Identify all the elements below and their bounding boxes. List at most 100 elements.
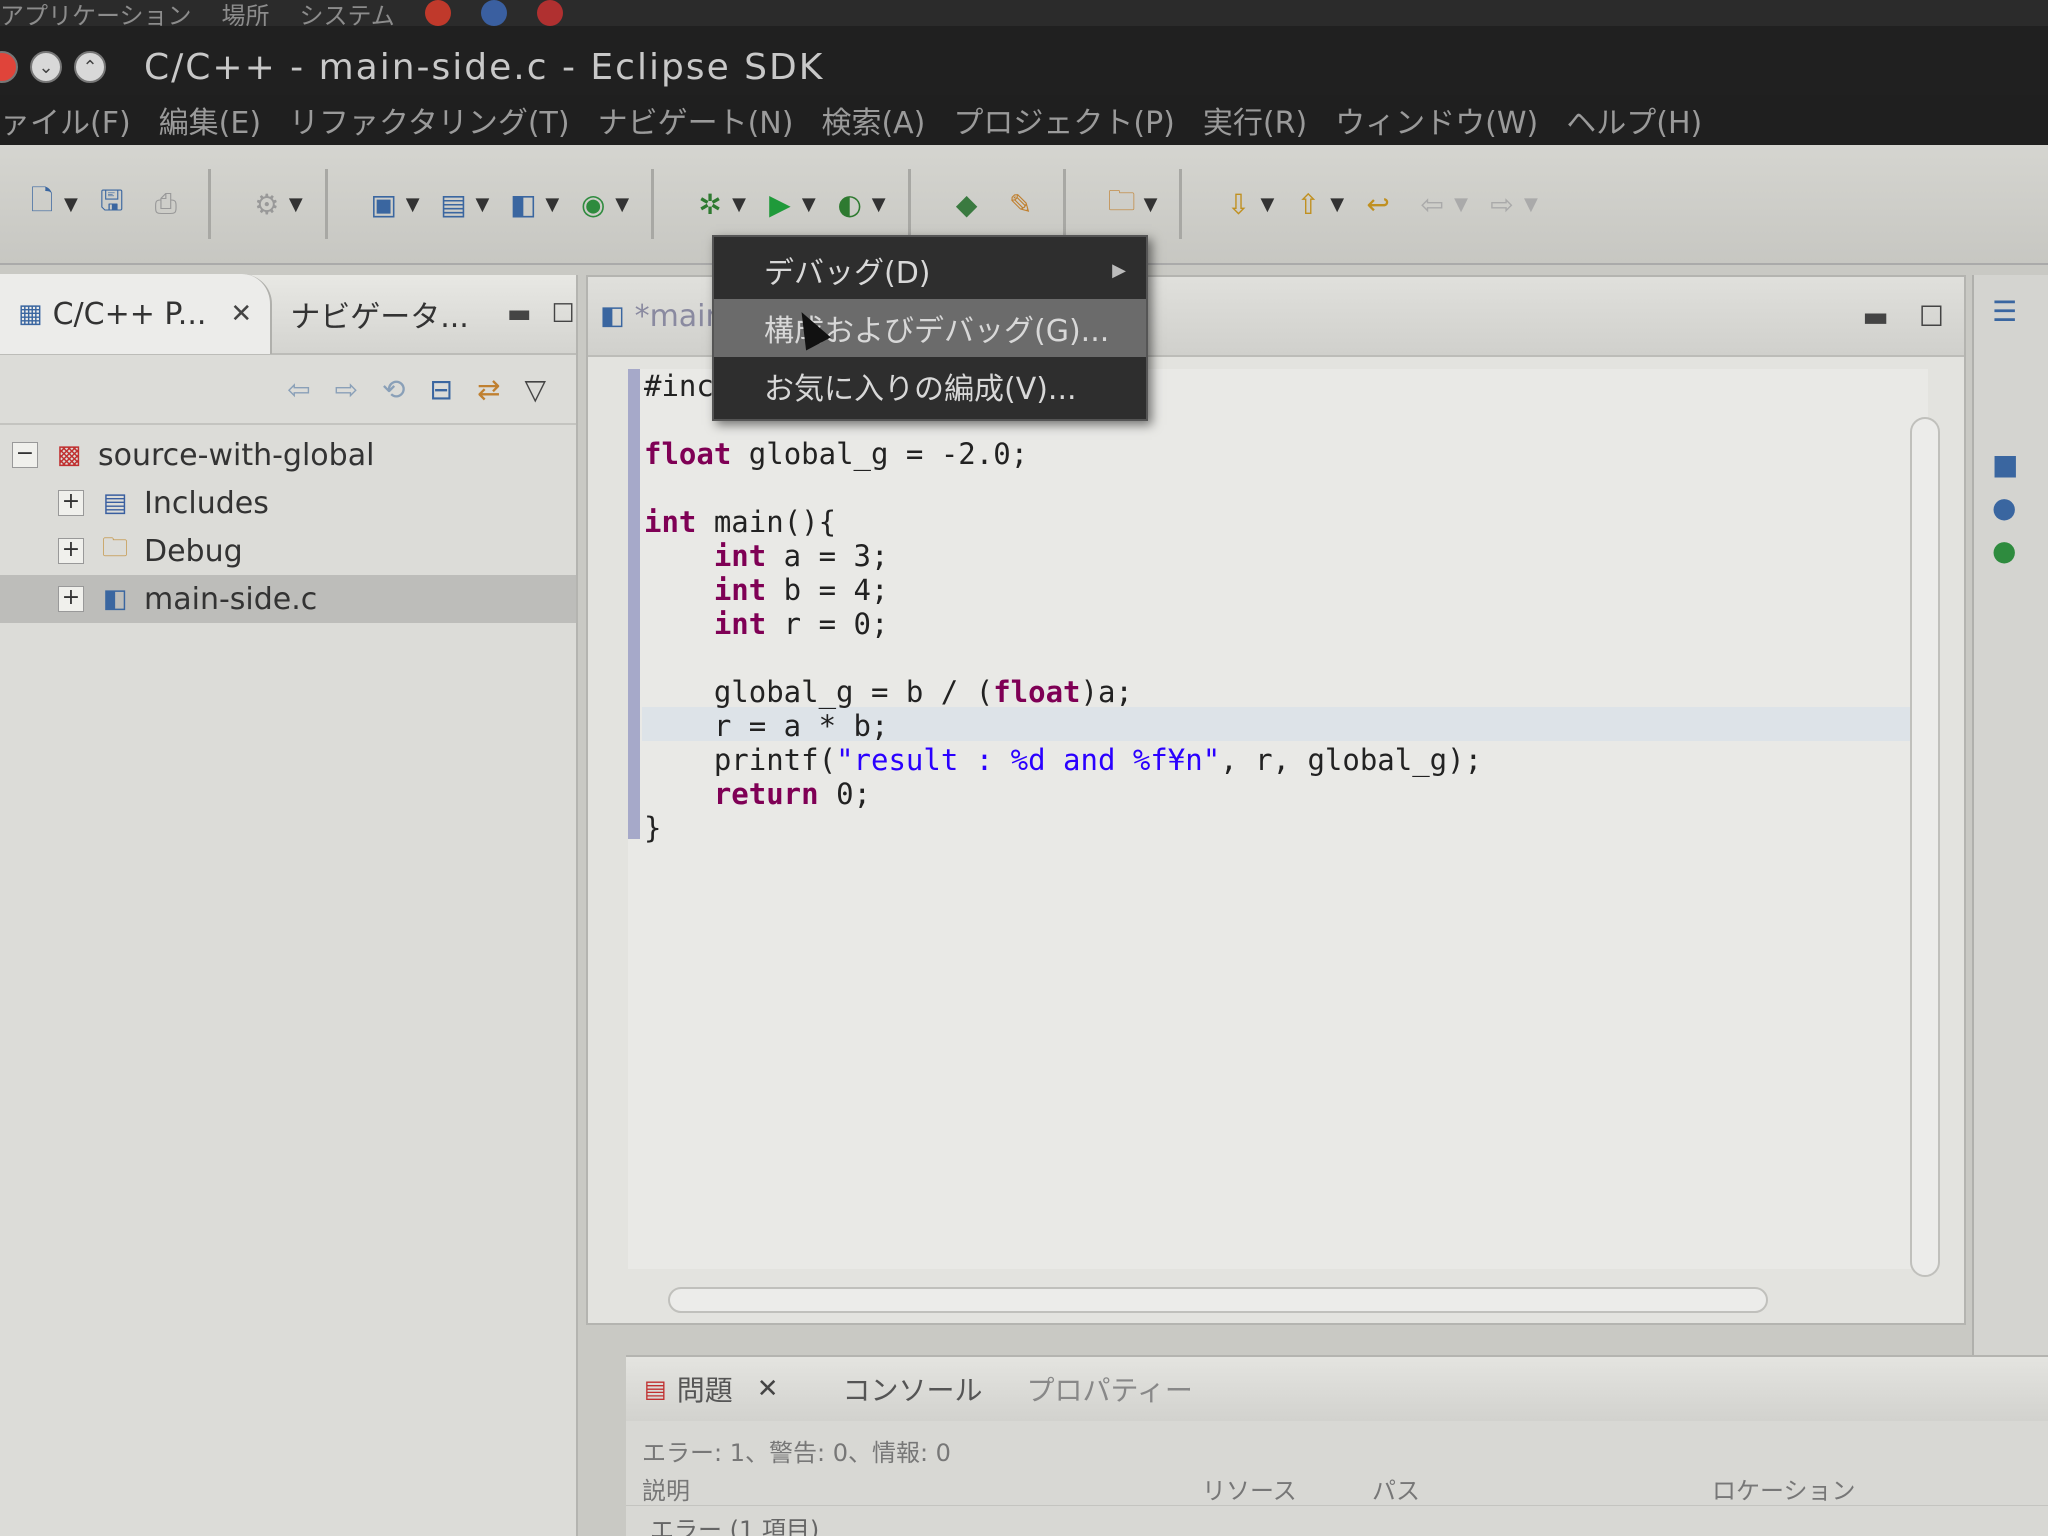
window-minimize-button[interactable]: ⌄: [30, 51, 62, 83]
tree-item-selected[interactable]: + ◧ main-side.c: [0, 575, 576, 623]
tab-console[interactable]: コンソール: [825, 1369, 1001, 1409]
panel-menu-places[interactable]: 場所: [222, 0, 270, 27]
expand-toggle[interactable]: +: [58, 490, 84, 516]
search-tool-icon[interactable]: ✎: [1001, 184, 1041, 224]
maximize-icon[interactable]: ☐: [551, 299, 574, 329]
print-icon[interactable]: ⎙: [146, 184, 186, 224]
chevron-down-icon[interactable]: ▼: [1260, 194, 1274, 215]
up-icon[interactable]: ⟲: [382, 373, 405, 406]
run-icon[interactable]: ▶: [760, 184, 800, 224]
chevron-down-icon[interactable]: ▼: [615, 194, 629, 215]
expand-toggle[interactable]: +: [58, 538, 84, 564]
menu-search[interactable]: 検索(A): [821, 98, 925, 142]
minimize-icon[interactable]: ▬: [507, 299, 532, 329]
tab-cpp-projects[interactable]: ▦ C/C++ P... ✕: [0, 274, 273, 354]
tab-problems[interactable]: ▤ 問題 ✕: [626, 1369, 797, 1409]
horizontal-scrollbar[interactable]: [668, 1287, 1768, 1313]
back-icon[interactable]: ⇦: [287, 373, 310, 406]
view-menu-icon[interactable]: ▽: [524, 373, 546, 406]
collapse-toggle[interactable]: −: [12, 442, 38, 468]
next-annotation-icon[interactable]: ⇩: [1218, 184, 1258, 224]
new-icon[interactable]: 🗋: [22, 184, 62, 224]
tree-item[interactable]: − ▩ source-with-global: [0, 431, 576, 479]
open-element-icon[interactable]: ◆: [947, 184, 987, 224]
collapse-all-icon[interactable]: ⊟: [430, 373, 453, 406]
new-source-folder-icon[interactable]: ▤: [434, 184, 474, 224]
chevron-down-icon[interactable]: ▼: [476, 194, 490, 215]
table-row[interactable]: エラー (1 項目): [626, 1506, 2048, 1536]
open-folder-icon[interactable]: 🗀: [1102, 184, 1142, 224]
column-resource[interactable]: リソース: [1202, 1471, 1372, 1506]
last-edit-icon[interactable]: ↩: [1358, 184, 1398, 224]
browser-icon[interactable]: [424, 0, 451, 26]
menu-navigate[interactable]: ナビゲート(N): [598, 98, 794, 142]
menu-item-debug-configurations[interactable]: 構成およびデバッグ(G)...: [714, 299, 1146, 357]
outline-item-icon[interactable]: ●: [1992, 534, 2048, 567]
chevron-down-icon[interactable]: ▼: [289, 194, 303, 215]
outline-item-icon[interactable]: ●: [1992, 491, 2048, 524]
new-c-project-icon[interactable]: ▣: [364, 184, 404, 224]
code-text[interactable]: #inc float global_g = -2.0; int main(){ …: [644, 369, 1482, 845]
menu-item-label: デバッグ(D): [764, 256, 931, 291]
column-path[interactable]: パス: [1372, 1471, 1712, 1506]
help-icon[interactable]: [480, 0, 507, 26]
build-icon[interactable]: ⚙: [247, 184, 287, 224]
menu-help[interactable]: ヘルプ(H): [1566, 98, 1702, 142]
minimize-icon[interactable]: ▬: [1862, 300, 1888, 333]
column-location[interactable]: ロケーション: [1712, 1471, 1856, 1506]
tree-item[interactable]: + ▤ Includes: [0, 479, 576, 527]
chevron-down-icon[interactable]: ▼: [1454, 194, 1468, 215]
chevron-down-icon[interactable]: ▼: [1524, 194, 1538, 215]
app-icon[interactable]: [536, 0, 563, 26]
outline-icon[interactable]: ☰: [1992, 295, 2048, 328]
chevron-down-icon[interactable]: ▼: [732, 194, 746, 215]
chevron-down-icon[interactable]: ▼: [406, 194, 420, 215]
forward-icon[interactable]: ⇨: [1482, 184, 1522, 224]
tab-properties[interactable]: プロパティー: [1009, 1369, 1211, 1409]
menu-project[interactable]: プロジェクト(P): [953, 98, 1175, 142]
tab-navigator[interactable]: ナビゲータ...: [272, 292, 487, 336]
editor-tab-main[interactable]: ◧ *main: [588, 299, 725, 334]
panel-menu-system[interactable]: システム: [300, 0, 395, 27]
outline-item-icon[interactable]: ■: [1992, 448, 2048, 481]
maximize-icon[interactable]: ☐: [1919, 300, 1944, 333]
previous-annotation-icon[interactable]: ⇧: [1288, 184, 1328, 224]
menu-file[interactable]: ァイル(F): [0, 98, 131, 142]
close-icon[interactable]: ✕: [230, 299, 252, 329]
chevron-down-icon[interactable]: ▼: [64, 194, 78, 215]
new-class-icon[interactable]: ◉: [573, 184, 613, 224]
code-editor: ◧ *main ▬ ☐ #inc float global_g = -2.0; …: [586, 275, 1966, 1325]
problems-table-header: 説明 リソース パス ロケーション: [626, 1472, 2048, 1506]
save-icon[interactable]: 🖫: [92, 184, 132, 224]
menu-item-organize-favorites[interactable]: お気に入りの編成(V)...: [714, 357, 1146, 415]
external-tools-icon[interactable]: ◐: [830, 184, 870, 224]
chevron-down-icon[interactable]: ▼: [1144, 194, 1158, 215]
chevron-down-icon[interactable]: ▼: [1330, 194, 1344, 215]
window-maximize-button[interactable]: ⌃: [74, 51, 106, 83]
chevron-down-icon[interactable]: ▼: [872, 194, 886, 215]
back-icon[interactable]: ⇦: [1412, 184, 1452, 224]
panel-menu-applications[interactable]: アプリケーション: [0, 0, 192, 27]
menu-window[interactable]: ウィンドウ(W): [1335, 98, 1538, 142]
menu-refactor[interactable]: リファクタリング(T): [289, 98, 570, 142]
debug-icon[interactable]: ✲: [690, 184, 730, 224]
menu-edit[interactable]: 編集(E): [159, 98, 261, 142]
chevron-down-icon[interactable]: ▼: [545, 194, 559, 215]
menu-run[interactable]: 実行(R): [1203, 98, 1307, 142]
forward-icon[interactable]: ⇨: [335, 373, 358, 406]
menu-item-debug[interactable]: デバッグ(D) ▶: [714, 241, 1146, 299]
close-icon[interactable]: ✕: [757, 1374, 779, 1404]
column-description[interactable]: 説明: [642, 1471, 1202, 1506]
expand-toggle[interactable]: +: [58, 586, 84, 612]
code-area[interactable]: #inc float global_g = -2.0; int main(){ …: [628, 369, 1928, 1269]
tree-item[interactable]: + 🗀 Debug: [0, 527, 576, 575]
link-editor-icon[interactable]: ⇄: [477, 373, 500, 406]
window-close-button[interactable]: [0, 51, 18, 83]
problems-view: ▤ 問題 ✕ コンソール プロパティー エラー: 1、警告: 0、情報: 0 説…: [626, 1355, 2048, 1536]
code-line: #inc: [644, 369, 714, 403]
vertical-scrollbar[interactable]: [1910, 417, 1940, 1277]
chevron-down-icon[interactable]: ▼: [802, 194, 816, 215]
code-keyword: int: [644, 505, 697, 539]
new-c-file-icon[interactable]: ◧: [503, 184, 543, 224]
code-keyword: float: [993, 675, 1081, 709]
